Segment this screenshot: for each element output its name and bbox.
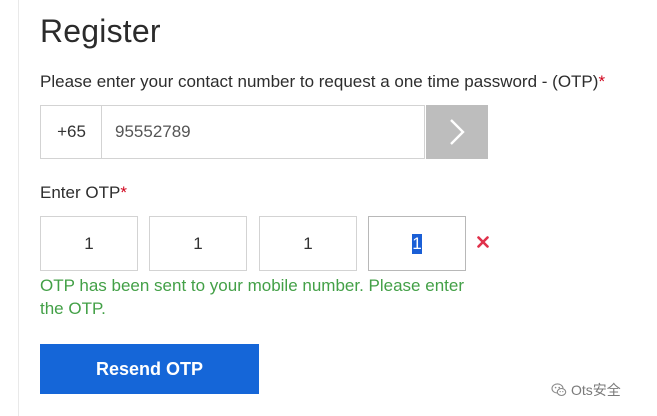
chevron-right-icon [450, 119, 465, 145]
required-mark: * [598, 72, 606, 91]
otp-sent-message: OTP has been sent to your mobile number.… [40, 276, 464, 318]
wechat-icon [551, 383, 567, 397]
left-border [18, 0, 19, 416]
watermark-text: Ots安全 [571, 382, 621, 398]
contact-number-label-text: Please enter your contact number to requ… [40, 72, 599, 91]
required-mark: * [120, 183, 127, 202]
page-title: Register [40, 13, 161, 49]
otp-label: Enter OTP* [40, 183, 127, 203]
otp-digit-3[interactable] [259, 216, 357, 271]
clear-otp-button[interactable] [474, 233, 492, 251]
country-code[interactable]: +65 [40, 105, 102, 159]
phone-input-group: +65 [40, 105, 488, 159]
register-page: Register Please enter your contact numbe… [0, 0, 657, 416]
otp-digit-1[interactable] [40, 216, 138, 271]
watermark: Ots安全 [551, 379, 621, 401]
otp-label-text: Enter OTP [40, 183, 121, 202]
otp-digit-2[interactable] [149, 216, 247, 271]
otp-digit-4[interactable] [368, 216, 466, 271]
request-otp-button[interactable] [426, 105, 488, 159]
resend-otp-button[interactable]: Resend OTP [40, 344, 259, 394]
contact-number-label: Please enter your contact number to requ… [40, 72, 605, 92]
phone-number-input[interactable] [101, 105, 425, 159]
close-icon [477, 236, 489, 248]
